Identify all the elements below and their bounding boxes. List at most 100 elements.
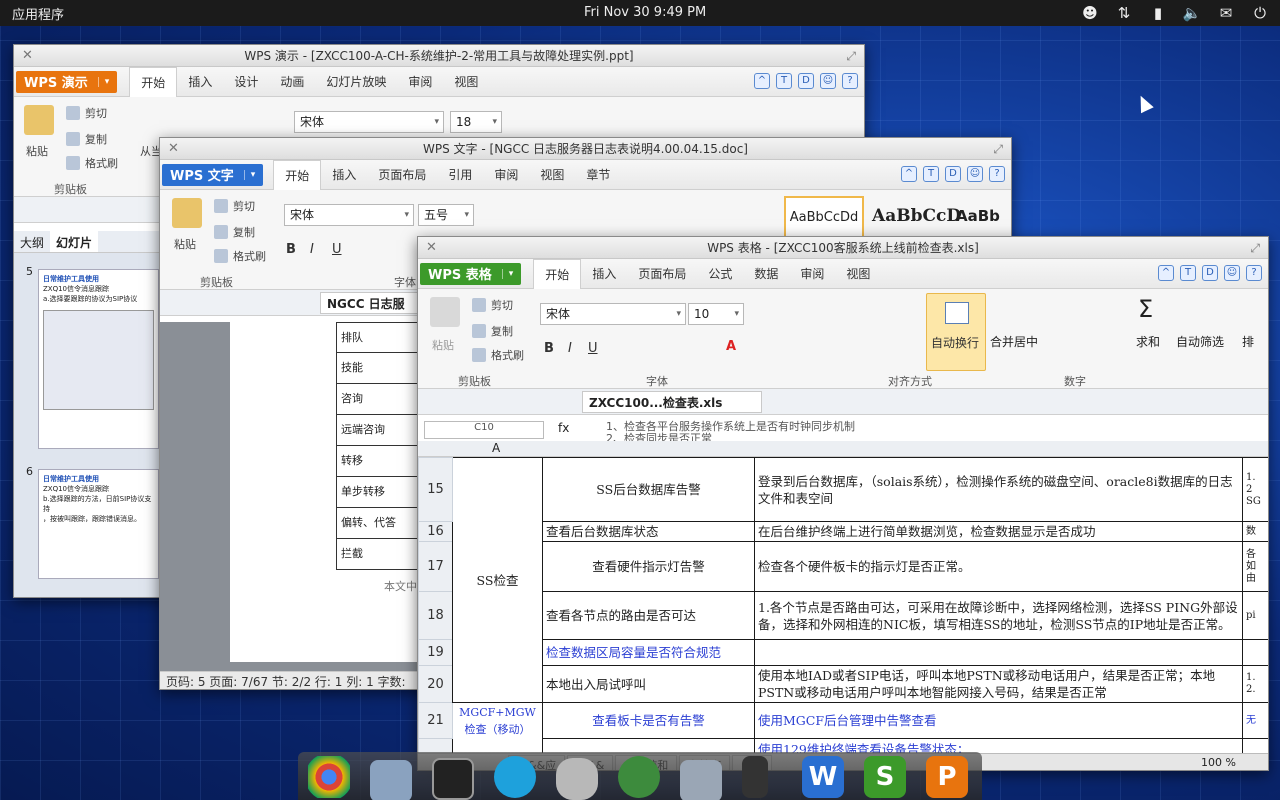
skin-icon[interactable]: T (923, 166, 939, 182)
tab-review[interactable]: 审阅 (397, 67, 443, 97)
cut-button[interactable]: 剪切 (472, 297, 513, 313)
merge-center-button[interactable]: 合并居中 (990, 333, 1038, 350)
tab-view[interactable]: 视图 (443, 67, 489, 97)
method-cell[interactable]: 使用本地IAD或者SIP电话，呼叫本地PSTN或移动电话用户，结果是否正常；本地… (754, 665, 1243, 703)
tab-data[interactable]: 数据 (743, 259, 789, 289)
doc-file-tab[interactable]: NGCC 日志服 (320, 292, 420, 314)
up-icon[interactable]: ^ (1158, 265, 1174, 281)
method-cell[interactable]: 1.各个节点是否路由可达，可采用在故障诊断中，选择网络检测，选择SS PING外… (754, 591, 1243, 640)
database-icon[interactable] (556, 758, 598, 800)
font-size-select[interactable]: 10 (688, 303, 744, 325)
phone-icon[interactable] (742, 756, 768, 798)
font-family-select[interactable]: 宋体 (284, 204, 414, 226)
d-icon[interactable]: D (798, 73, 814, 89)
wrap-text-button[interactable]: 自动换行 (926, 293, 986, 371)
copy-button[interactable]: 复制 (66, 131, 107, 147)
check-item-cell[interactable]: 查看硬件指示灯告警 (542, 541, 755, 592)
volume-icon[interactable]: 🔈 (1182, 3, 1202, 23)
italic-icon[interactable]: I (568, 341, 572, 356)
row-header[interactable]: 20 (418, 665, 453, 703)
d-icon[interactable]: D (945, 166, 961, 182)
result-cell[interactable]: pi (1242, 591, 1268, 640)
row-header[interactable]: 18 (418, 591, 453, 640)
result-cell[interactable]: 无 (1242, 702, 1268, 739)
result-cell[interactable]: 数 (1242, 521, 1268, 542)
tab-insert[interactable]: 插入 (581, 259, 627, 289)
wps-spreadsheet-window[interactable]: ✕ WPS 表格 - [ZXCC100客服系统上线前检查表.xls] ⤢ WPS 表… (417, 236, 1269, 771)
check-item-cell[interactable]: 查看板卡是否有告警 (542, 702, 755, 739)
mail-icon[interactable]: ✉ (1216, 3, 1236, 23)
check-item-cell[interactable]: 检查数据区局容量是否符合规范 (542, 639, 755, 666)
people-icon[interactable]: ☺ (820, 73, 836, 89)
result-cell[interactable]: 1. 2 SG (1242, 457, 1268, 522)
result-cell[interactable]: 各 如 由 (1242, 541, 1268, 592)
check-item-cell[interactable]: 本地出入局试呼叫 (542, 665, 755, 703)
paste-icon[interactable] (24, 105, 54, 135)
wps-spreadsheet-icon[interactable]: S (864, 756, 906, 798)
tab-chapter[interactable]: 章节 (575, 160, 621, 190)
slides-tab[interactable]: 幻灯片 (50, 231, 99, 252)
copy-button[interactable]: 复制 (214, 224, 255, 240)
tab-review[interactable]: 审阅 (789, 259, 835, 289)
tab-home[interactable]: 开始 (129, 66, 178, 97)
format-painter-button[interactable]: 格式刷 (472, 347, 524, 363)
clock[interactable]: Fri Nov 30 9:49 PM (584, 5, 706, 20)
doc-app-menu-button[interactable]: WPS 文字 ▾ (162, 163, 264, 186)
up-icon[interactable]: ^ (901, 166, 917, 182)
cut-button[interactable]: 剪切 (214, 198, 255, 214)
maximize-icon[interactable]: ⤢ (846, 45, 856, 67)
files-icon[interactable] (370, 760, 412, 800)
help-icon[interactable]: ? (989, 166, 1005, 182)
check-item-cell[interactable] (542, 738, 755, 753)
outline-tab[interactable]: 大纲 (14, 231, 50, 252)
people-icon[interactable]: ☺ (967, 166, 983, 182)
format-painter-button[interactable]: 格式刷 (214, 248, 266, 264)
paste-button[interactable]: 粘贴 (174, 236, 196, 252)
help-icon[interactable]: ? (842, 73, 858, 89)
tab-view[interactable]: 视图 (835, 259, 881, 289)
style-normal[interactable]: AaBbCcDd (784, 196, 864, 238)
close-icon[interactable]: ✕ (426, 237, 437, 259)
tab-references[interactable]: 引用 (437, 160, 483, 190)
battery-icon[interactable]: ▮ (1148, 3, 1168, 23)
tab-formulas[interactable]: 公式 (697, 259, 743, 289)
skin-icon[interactable]: T (776, 73, 792, 89)
auto-filter-button[interactable]: 自动筛选 (1176, 333, 1224, 350)
doc-page[interactable]: 排队 技能 咨询 远端咨询 转移 单步转移 偏转、代答 拦截 本文中 (230, 322, 430, 662)
tab-home[interactable]: 开始 (533, 258, 582, 289)
check-item-cell[interactable]: 查看后台数据库状态 (542, 521, 755, 542)
tab-home[interactable]: 开始 (273, 159, 322, 190)
font-family-select[interactable]: 宋体 (294, 111, 444, 133)
check-item-cell[interactable]: SS后台数据库告警 (542, 457, 755, 522)
wps-presentation-icon[interactable]: P (926, 756, 968, 798)
people-icon[interactable]: ☺ (1224, 265, 1240, 281)
fx-icon[interactable]: fx (558, 421, 569, 435)
ppt-app-menu-button[interactable]: WPS 演示 ▾ (16, 70, 118, 93)
underline-icon[interactable]: U (588, 341, 598, 356)
maximize-icon[interactable]: ⤢ (1250, 237, 1260, 259)
power-icon[interactable]: ⏻ (1250, 3, 1270, 23)
user-icon[interactable]: ☻ (1080, 3, 1100, 23)
paste-button[interactable]: 粘贴 (432, 337, 454, 353)
tab-page-layout[interactable]: 页面布局 (627, 259, 697, 289)
row-header[interactable]: 19 (418, 639, 453, 666)
font-color-icon[interactable]: A (726, 339, 736, 354)
row-header[interactable] (418, 738, 453, 753)
bold-icon[interactable]: B (286, 242, 296, 257)
result-cell[interactable] (1242, 639, 1268, 666)
row-header[interactable]: 16 (418, 521, 453, 542)
d-icon[interactable]: D (1202, 265, 1218, 281)
doc-titlebar[interactable]: ✕ WPS 文字 - [NGCC 日志服务器日志表说明4.00.04.15.doc… (160, 138, 1011, 160)
paste-icon[interactable] (430, 297, 460, 327)
style-heading1[interactable]: AaBbCcD (872, 196, 961, 238)
sheet-grid[interactable]: 15 SS检查 SS后台数据库告警 登录到后台数据库，（solais系统），检测操作系… (418, 457, 1268, 753)
zoom-level[interactable]: 100 % (1201, 756, 1236, 769)
skype-icon[interactable] (494, 756, 536, 798)
close-icon[interactable]: ✕ (168, 138, 179, 160)
check-item-cell[interactable]: 查看各节点的路由是否可达 (542, 591, 755, 640)
tab-view[interactable]: 视图 (529, 160, 575, 190)
font-family-select[interactable]: 宋体 (540, 303, 686, 325)
wps-writer-icon[interactable]: W (802, 756, 844, 798)
tab-insert[interactable]: 插入 (321, 160, 367, 190)
result-cell[interactable]: 1. 2. (1242, 665, 1268, 703)
